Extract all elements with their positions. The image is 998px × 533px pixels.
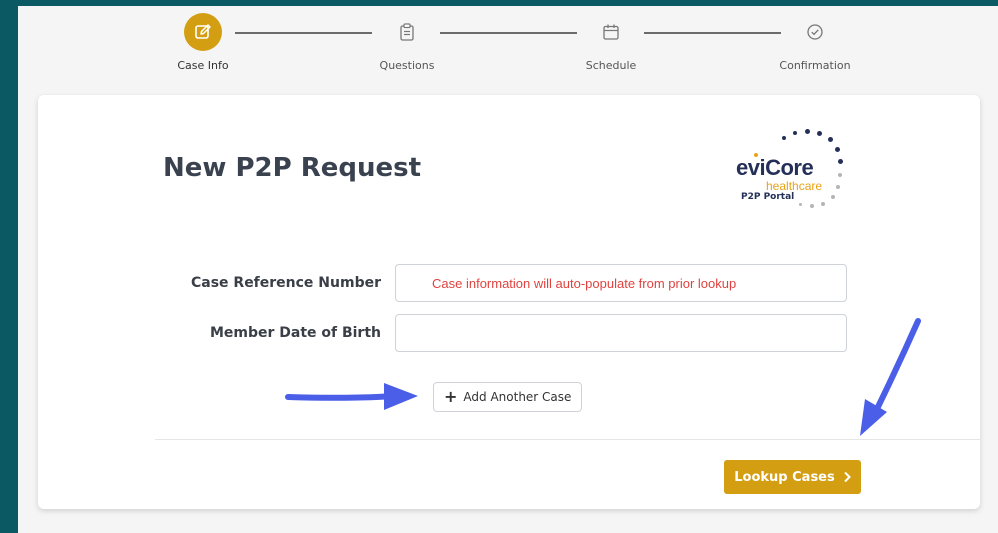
step-label: Confirmation (779, 59, 851, 72)
add-case-button[interactable]: + Add Another Case (433, 382, 583, 412)
step-schedule[interactable]: Schedule (551, 13, 671, 72)
case-ref-label: Case Reference Number (190, 275, 381, 291)
step-label: Questions (379, 59, 435, 72)
logo-brand: eviCore (736, 155, 814, 180)
dob-label: Member Date of Birth (209, 325, 381, 341)
request-card: New P2P Request eviCore healthcare P2P P… (38, 95, 980, 509)
case-ref-input[interactable] (395, 264, 847, 302)
page-title: New P2P Request (163, 153, 422, 183)
divider (155, 439, 980, 440)
step-label: Case Info (177, 59, 229, 72)
check-circle-icon (796, 13, 834, 51)
step-case-info[interactable]: Case Info (143, 13, 263, 72)
step-label: Schedule (585, 59, 637, 72)
lookup-label: Lookup Cases (734, 469, 835, 485)
chevron-right-icon (844, 471, 851, 483)
calendar-icon (592, 13, 630, 51)
add-case-label: Add Another Case (463, 390, 572, 404)
edit-icon (184, 13, 222, 51)
page-canvas: Case Info Questions Schedule Confirmatio… (18, 6, 998, 533)
evicore-logo: eviCore healthcare P2P Portal (728, 123, 868, 218)
clipboard-icon (388, 13, 426, 51)
plus-icon: + (444, 387, 458, 406)
logo-sub: healthcare (766, 179, 823, 193)
step-questions[interactable]: Questions (347, 13, 467, 72)
logo-portal: P2P Portal (741, 192, 795, 202)
lookup-cases-button[interactable]: Lookup Cases (724, 460, 861, 494)
step-confirmation[interactable]: Confirmation (755, 13, 875, 72)
progress-stepper: Case Info Questions Schedule Confirmatio… (18, 6, 998, 86)
dob-input[interactable] (395, 314, 847, 352)
